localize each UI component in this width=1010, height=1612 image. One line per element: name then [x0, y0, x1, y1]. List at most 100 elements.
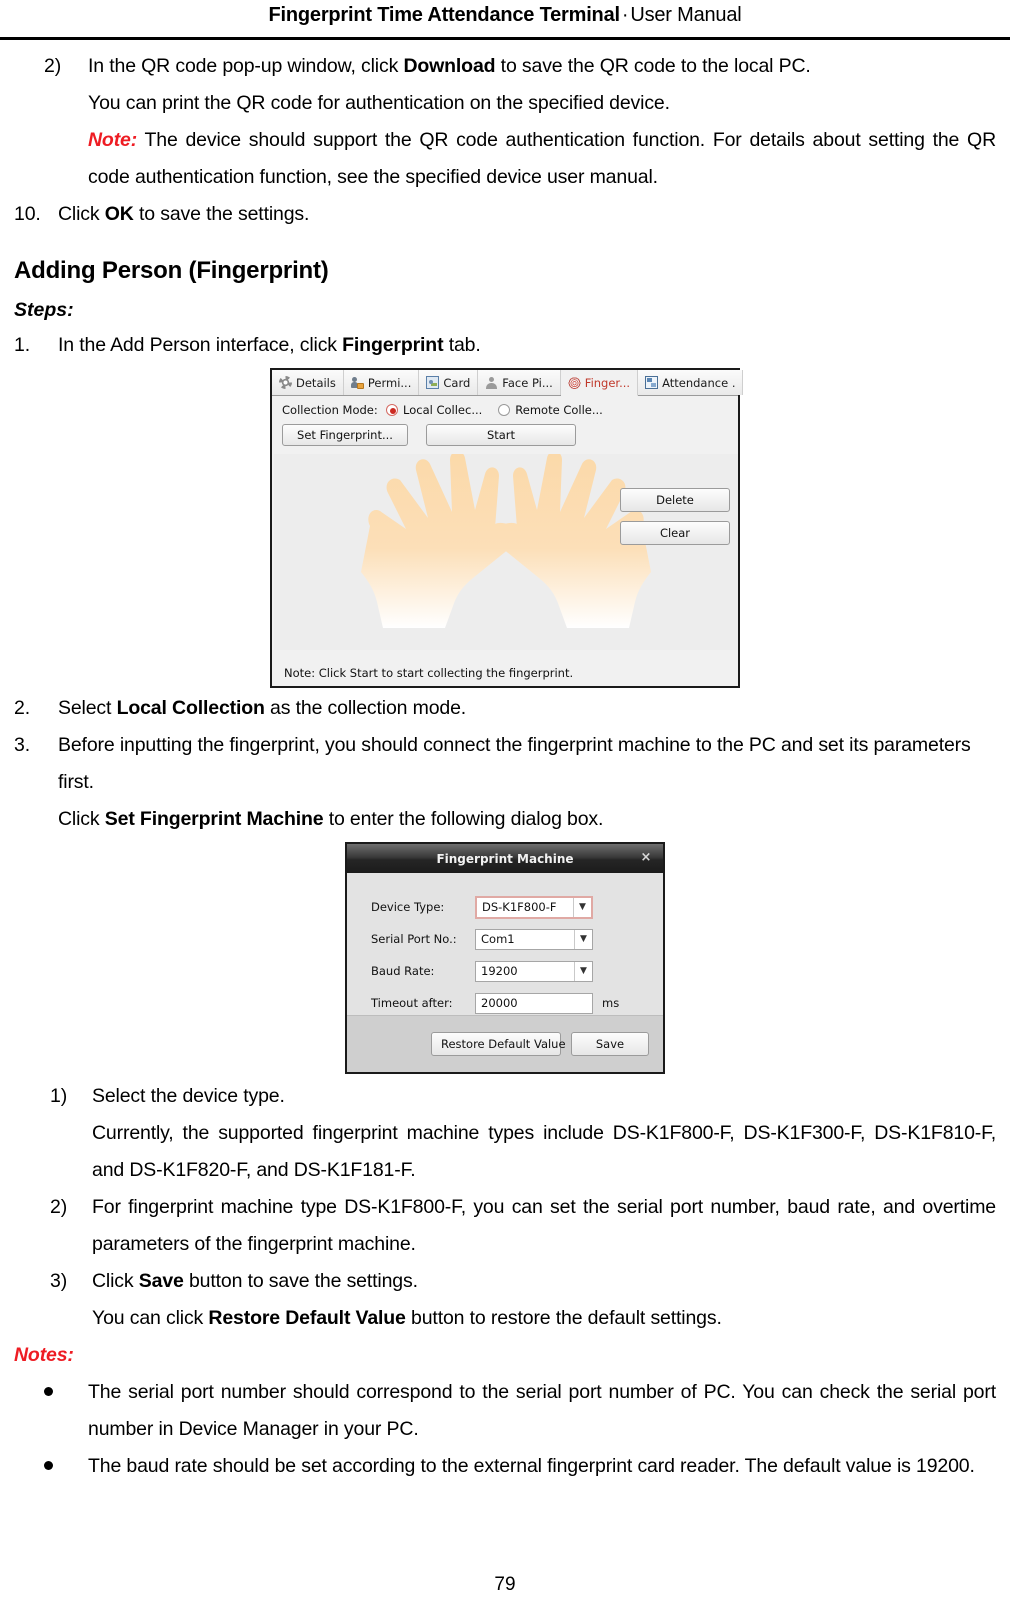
- fingerprint-action-buttons: Set Fingerprint... Start: [272, 417, 738, 446]
- step3-line2: Click Set Fingerprint Machine to enter t…: [58, 808, 604, 830]
- step2-line1: In the QR code pop-up window, click Down…: [88, 55, 811, 77]
- tab-card[interactable]: Card: [419, 370, 479, 395]
- fingerprint-hint-text: Note: Click Start to start collecting th…: [284, 666, 574, 680]
- list-marker: 3.: [14, 734, 30, 756]
- notes-heading: Notes:: [14, 1344, 74, 1366]
- device-type-select[interactable]: DS-K1F800-F ▼: [475, 895, 593, 919]
- timeout-input[interactable]: 20000: [475, 992, 593, 1014]
- tab-label: Card: [443, 375, 471, 390]
- tab-label: Finger...: [584, 375, 631, 390]
- list-body: Click OK to save the settings.: [58, 203, 310, 225]
- step2-line2: You can print the QR code for authentica…: [88, 92, 670, 114]
- step2-note: Note: The device should support the QR c…: [88, 129, 996, 188]
- field-value: 20000: [481, 996, 518, 1010]
- radio-local-collection[interactable]: Local Collec...: [386, 403, 482, 417]
- chevron-down-icon: ▼: [574, 961, 592, 981]
- list-body: In the Add Person interface, click Finge…: [58, 334, 481, 356]
- permission-icon: [350, 376, 364, 389]
- radio-label: Local Collec...: [403, 403, 483, 417]
- tab-label: Face Pi...: [502, 375, 553, 390]
- header-title-rest: User Manual: [630, 4, 742, 26]
- field-value: DS-K1F800-F: [482, 900, 557, 914]
- attendance-icon: [645, 376, 659, 389]
- list-marker: 10.: [14, 203, 41, 225]
- figure-fingerprint-machine-dialog: Fingerprint Machine × Device Type: DS-K1…: [14, 842, 996, 1074]
- list-item-sub-2: 2) For fingerprint machine type DS-K1F80…: [14, 1189, 996, 1263]
- radio-dot-icon: [498, 404, 511, 416]
- note-bullet-1: The serial port number should correspond…: [14, 1374, 996, 1448]
- radio-label: Remote Colle...: [515, 403, 603, 417]
- steps-label: Steps:: [14, 299, 74, 321]
- list-item-sub-1: 1) Select the device type. Currently, th…: [14, 1078, 996, 1189]
- header-title: Fingerprint Time Attendance Terminal · Use…: [0, 0, 1010, 30]
- baud-rate-select[interactable]: 19200 ▼: [475, 960, 593, 982]
- list-item-sub-3: 3) Click Save button to save the setting…: [14, 1263, 996, 1337]
- radio-remote-collection[interactable]: Remote Colle...: [498, 403, 603, 417]
- list-body: Select the device type. Currently, the s…: [92, 1078, 996, 1189]
- page-header: Fingerprint Time Attendance Terminal · Use…: [0, 0, 1010, 38]
- dialog-title-text: Fingerprint Machine: [436, 851, 574, 866]
- tab-fingerprint[interactable]: Finger...: [560, 370, 639, 396]
- dialog-footer: Restore Default Value Save: [347, 1015, 663, 1072]
- note-text: The serial port number should correspond…: [88, 1381, 996, 1440]
- list-item-step-2b: 2. Select Local Collection as the collec…: [14, 690, 996, 727]
- list-marker: 3): [50, 1270, 68, 1292]
- gear-icon: [279, 376, 292, 389]
- list-marker: 2.: [14, 697, 30, 719]
- list-item-step-2: 2) In the QR code pop-up window, click D…: [14, 48, 996, 196]
- sub3-line2: You can click Restore Default Value butt…: [92, 1307, 722, 1329]
- tab-label: Details: [296, 375, 336, 390]
- fingerprint-icon: [567, 376, 581, 389]
- sub1-line2: Currently, the supported fingerprint mac…: [92, 1122, 996, 1181]
- bullet-icon: [44, 1448, 88, 1485]
- list-item-step-10: 10. Click OK to save the settings.: [14, 196, 996, 233]
- list-body: Select Local Collection as the collectio…: [58, 697, 467, 719]
- list-marker: 2): [50, 1196, 68, 1218]
- list-marker: 1): [50, 1085, 68, 1107]
- restore-default-value-button[interactable]: Restore Default Value: [431, 1032, 566, 1056]
- fingerprint-side-buttons: Delete Clear: [620, 488, 730, 554]
- field-label: Device Type:: [371, 900, 445, 914]
- list-body: Click Save button to save the settings. …: [92, 1263, 996, 1337]
- dialog-body: Device Type: DS-K1F800-F ▼ Serial Port N…: [347, 873, 663, 1015]
- dialog-title-bar: Fingerprint Machine ×: [347, 844, 663, 873]
- close-icon[interactable]: ×: [639, 851, 653, 865]
- field-row-device-type: Device Type: DS-K1F800-F ▼: [347, 891, 663, 923]
- serial-port-select[interactable]: Com1 ▼: [475, 928, 593, 950]
- field-value: Com1: [481, 932, 515, 946]
- tab-permission[interactable]: Permi...: [343, 370, 420, 395]
- bullet-icon: [44, 1374, 88, 1411]
- tab-attendance[interactable]: Attendance .: [638, 370, 744, 395]
- header-separator: ·: [621, 4, 629, 26]
- timeout-unit-label: ms: [602, 996, 620, 1010]
- tab-details[interactable]: Details: [272, 370, 344, 395]
- list-item-step-1: 1. In the Add Person interface, click Fi…: [14, 327, 996, 364]
- page-number: 79: [494, 1574, 516, 1595]
- fingerprint-tab-window: Details Permi... Card Face Pi... Finger.…: [270, 368, 744, 688]
- save-button[interactable]: Save: [571, 1032, 649, 1056]
- note-bullet-2: The baud rate should be set according to…: [14, 1448, 996, 1485]
- tab-bar: Details Permi... Card Face Pi... Finger.…: [272, 370, 744, 396]
- figure-fingerprint-tab: Details Permi... Card Face Pi... Finger.…: [14, 368, 996, 688]
- list-marker: 2): [44, 55, 62, 77]
- clear-button[interactable]: Clear: [620, 521, 730, 545]
- set-fingerprint-machine-button[interactable]: Set Fingerprint...: [282, 424, 408, 446]
- field-value: 19200: [481, 964, 518, 978]
- list-body: For fingerprint machine type DS-K1F800-F…: [92, 1196, 996, 1255]
- field-row-baud-rate: Baud Rate: 19200 ▼: [347, 955, 663, 987]
- chevron-down-icon: ▼: [573, 897, 591, 917]
- page-content: 2) In the QR code pop-up window, click D…: [0, 48, 1010, 1485]
- chevron-down-icon: ▼: [574, 929, 592, 949]
- note-label: Note:: [88, 129, 138, 151]
- tab-face-picture[interactable]: Face Pi...: [478, 370, 561, 395]
- collection-mode-label: Collection Mode:: [282, 403, 378, 417]
- delete-button[interactable]: Delete: [620, 488, 730, 512]
- field-label: Timeout after:: [371, 996, 453, 1010]
- field-label: Baud Rate:: [371, 964, 435, 978]
- sub3-line1: Click Save button to save the settings.: [92, 1270, 418, 1292]
- tab-label: Attendance .: [662, 375, 736, 390]
- note-text: The baud rate should be set according to…: [88, 1455, 975, 1477]
- fingerprint-machine-dialog: Fingerprint Machine × Device Type: DS-K1…: [345, 842, 665, 1074]
- collection-mode-row: Collection Mode: Local Collec... Remote …: [272, 396, 738, 417]
- start-button[interactable]: Start: [426, 424, 576, 446]
